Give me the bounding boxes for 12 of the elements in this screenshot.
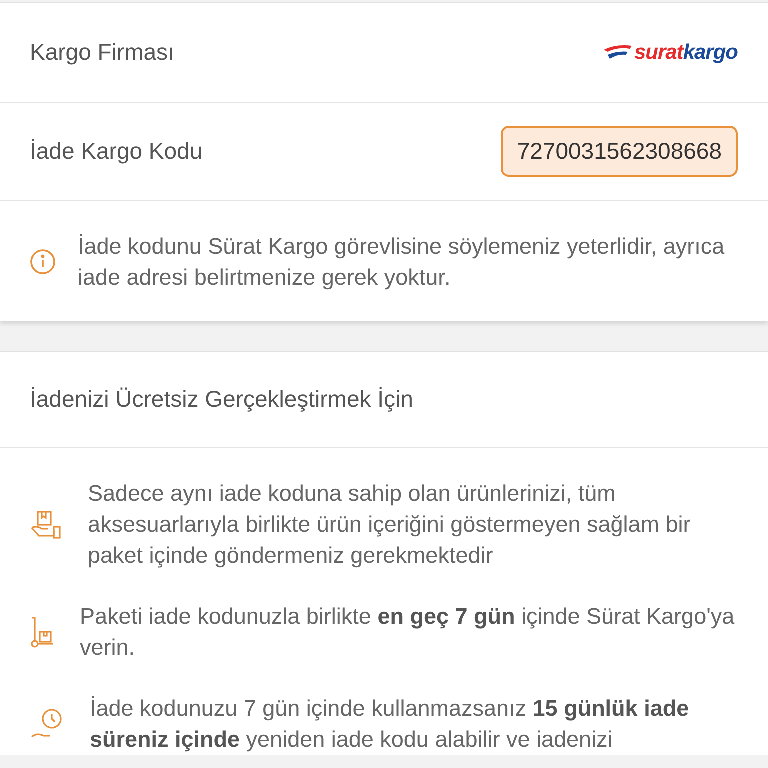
hand-truck-icon	[30, 616, 54, 648]
step-text: Sadece aynı iade koduna sahip olan ürünlerinizi, tüm aksesuarlarıyla birlikte ürün içeriğini göstermeyen sağlam bir paket içinde göndermeniz gerekmektedir	[88, 480, 692, 570]
courier-logo: suratkargo	[602, 40, 738, 64]
step-text: Paketi iade kodunuzla birlikte en geç 7 gün içinde Sürat Kargo'ya verin.	[80, 603, 736, 662]
return-code-field: 7270031562308668	[501, 126, 738, 177]
info-text: İade kodunu Sürat Kargo görevlisine söylemeniz yeterlidir, ayrıca iade adresi belirtmenize gerek yoktur.	[78, 233, 726, 292]
hand-box-icon	[30, 510, 62, 540]
field-label: Kargo Firması	[30, 39, 174, 66]
info-icon	[30, 249, 56, 275]
section-title: İadenizi Ücretsiz Gerçekleştirmek İçin	[30, 386, 414, 413]
step-text: İade kodunuzu 7 gün içinde kullanmazsanız 15 günlük iade süreniz içinde yeniden iade kodu alabilir ve iadenizi	[90, 695, 690, 754]
field-label: İade Kargo Kodu	[30, 138, 203, 165]
